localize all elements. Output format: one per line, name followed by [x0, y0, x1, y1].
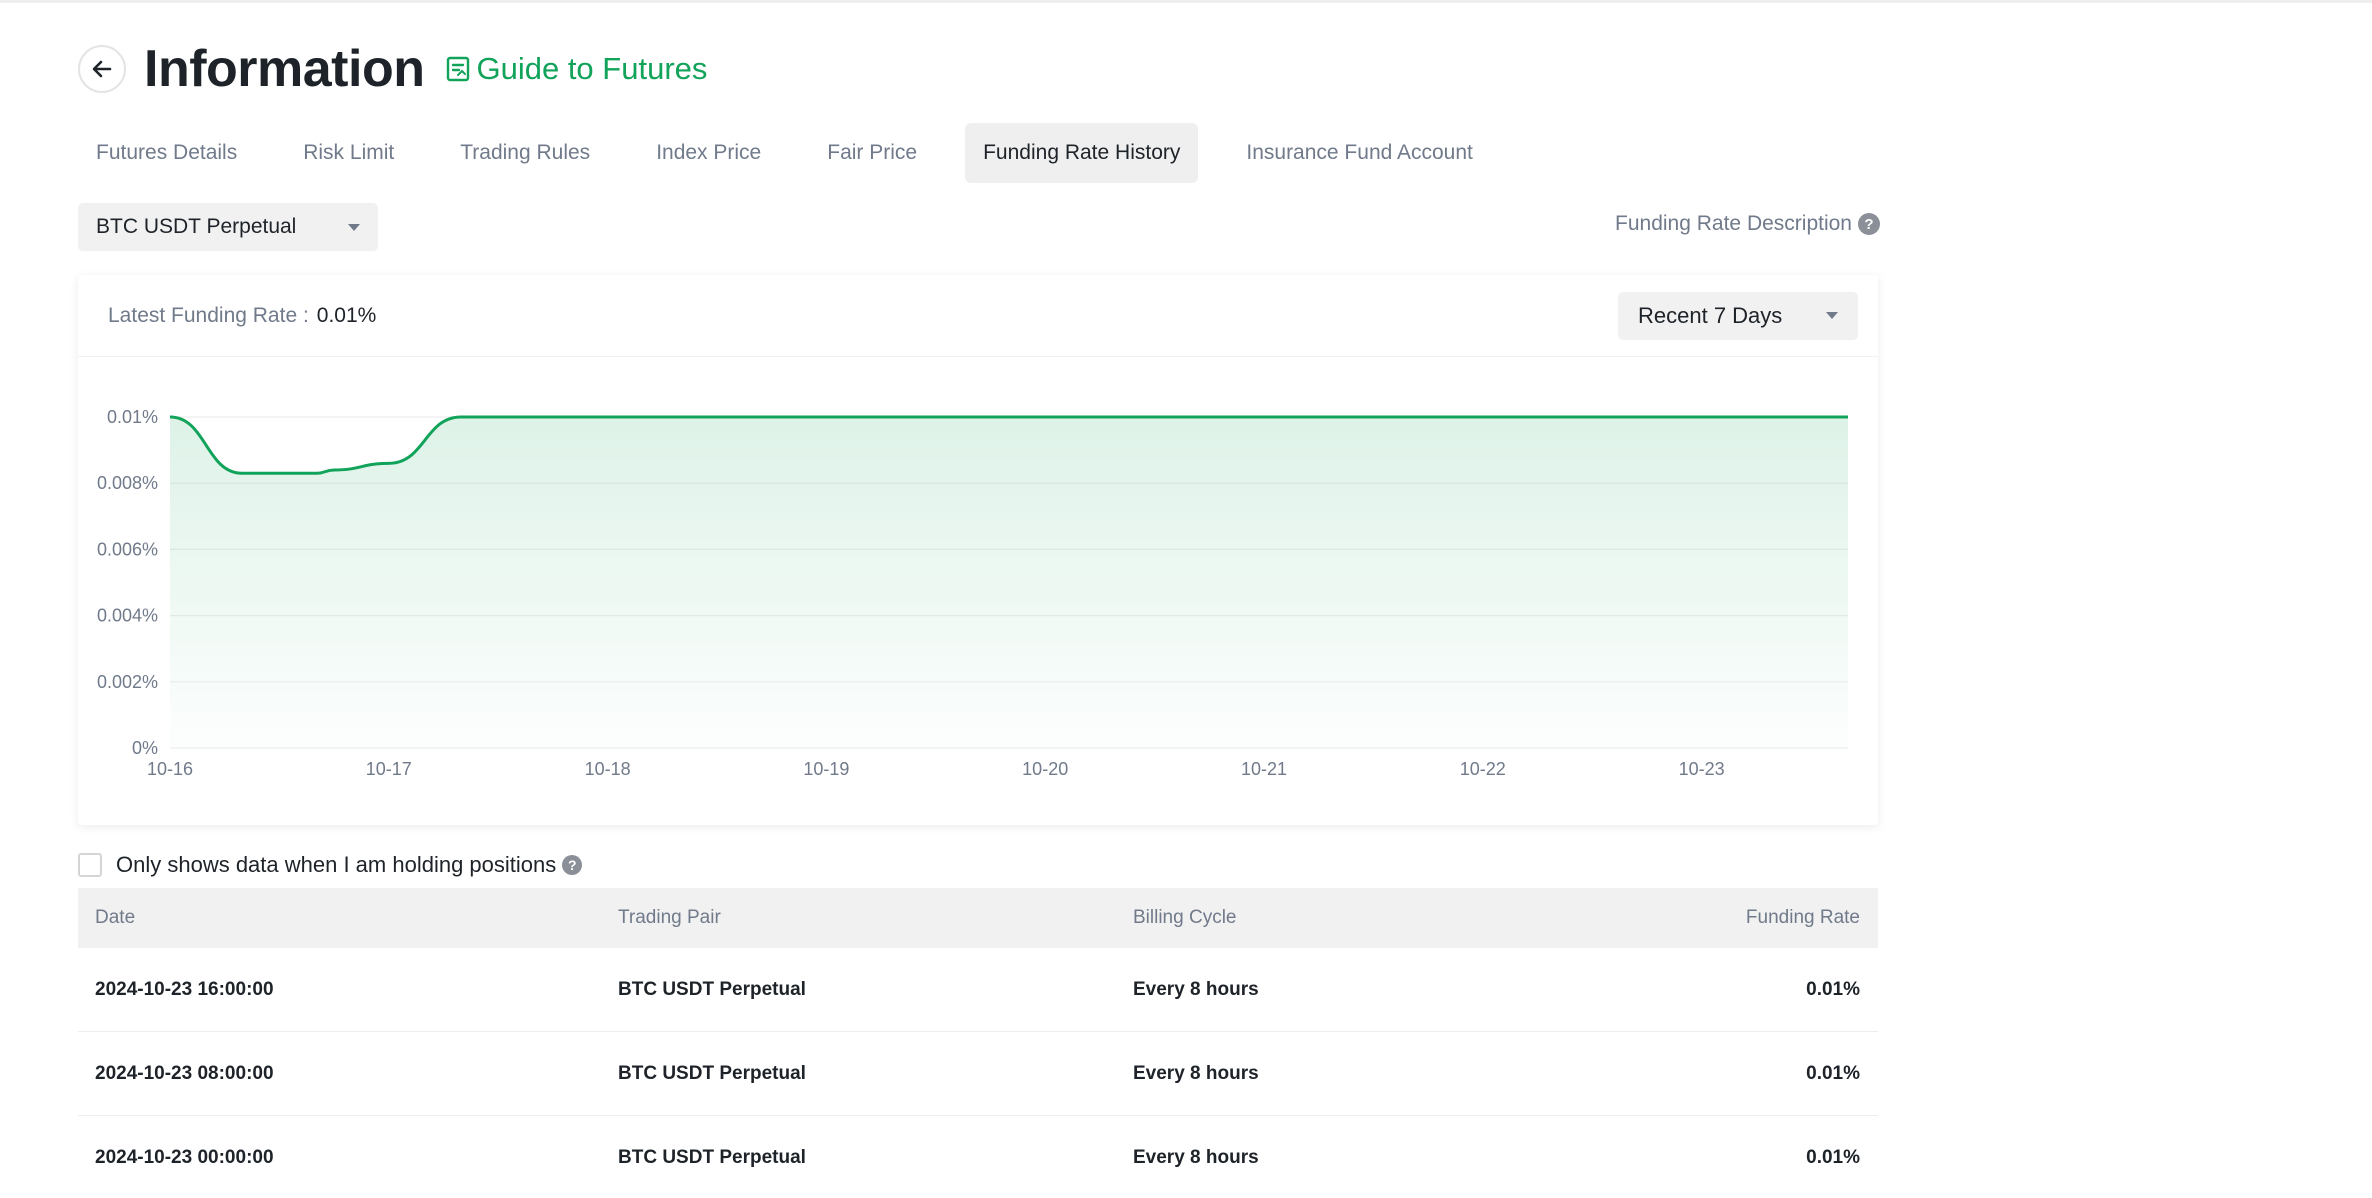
x-tick-label: 10-22 [1460, 759, 1506, 779]
cell-funding-rate: 0.01% [1806, 1062, 1860, 1084]
back-button[interactable] [78, 45, 126, 93]
tab-fair-price[interactable]: Fair Price [809, 123, 935, 183]
guide-to-futures-link[interactable]: Guide to Futures [446, 51, 707, 87]
arrow-left-icon [92, 60, 112, 78]
tab-futures-details[interactable]: Futures Details [78, 123, 255, 183]
holding-filter: Only shows data when I am holding positi… [78, 850, 583, 880]
x-tick-label: 10-19 [803, 759, 849, 779]
table-row: 2024-10-23 16:00:00 BTC USDT Perpetual E… [78, 948, 1878, 1032]
column-header-billing-cycle: Billing Cycle [1133, 907, 1237, 928]
funding-rate-description-label: Funding Rate Description [1615, 212, 1852, 235]
tab-insurance-fund-account[interactable]: Insurance Fund Account [1228, 123, 1490, 183]
cell-date: 2024-10-23 08:00:00 [95, 1062, 274, 1084]
top-divider [0, 0, 2372, 3]
x-tick-label: 10-18 [585, 759, 631, 779]
x-tick-label: 10-17 [366, 759, 412, 779]
x-tick-label: 10-23 [1679, 759, 1725, 779]
x-tick-label: 10-16 [147, 759, 193, 779]
funding-rate-chart-card: Latest Funding Rate : 0.01% Recent 7 Day… [78, 275, 1878, 825]
funding-rate-table: Date Trading Pair Billing Cycle Funding … [78, 888, 1878, 1198]
page-header: Information Guide to Futures [78, 38, 707, 100]
guide-book-icon [447, 56, 470, 82]
cell-trading-pair: BTC USDT Perpetual [618, 1146, 806, 1168]
cell-date: 2024-10-23 00:00:00 [95, 1146, 274, 1168]
tab-funding-rate-history[interactable]: Funding Rate History [965, 123, 1199, 183]
y-tick-label: 0.006% [97, 539, 158, 559]
x-tick-label: 10-21 [1241, 759, 1287, 779]
table-row: 2024-10-23 00:00:00 BTC USDT Perpetual E… [78, 1116, 1878, 1198]
page-title: Information [144, 40, 425, 98]
funding-rate-area [170, 417, 1848, 748]
cell-trading-pair: BTC USDT Perpetual [618, 978, 806, 1000]
caret-down-icon [348, 223, 360, 231]
table-header: Date Trading Pair Billing Cycle Funding … [78, 888, 1878, 948]
funding-rate-description-link[interactable]: Funding Rate Description ? [1615, 212, 1880, 236]
y-tick-label: 0.002% [97, 672, 158, 692]
column-header-trading-pair: Trading Pair [618, 907, 721, 928]
cell-billing-cycle: Every 8 hours [1133, 1062, 1259, 1084]
y-tick-label: 0.01% [107, 407, 158, 427]
guide-link-label: Guide to Futures [476, 51, 708, 86]
holding-positions-checkbox[interactable] [78, 853, 102, 877]
column-header-funding-rate: Funding Rate [1745, 907, 1860, 928]
funding-rate-chart: 0% 0.002% 0.004% 0.006% 0.008% 0.01% 10-16 10-1… [97, 407, 1848, 779]
holding-positions-label: Only shows data when I am holding positi… [116, 852, 557, 877]
cell-funding-rate: 0.01% [1806, 1146, 1860, 1168]
column-header-date: Date [95, 907, 136, 928]
tab-risk-limit[interactable]: Risk Limit [285, 123, 412, 183]
cell-trading-pair: BTC USDT Perpetual [618, 1062, 806, 1084]
y-tick-label: 0% [132, 738, 158, 758]
y-tick-label: 0.004% [97, 606, 158, 626]
tab-trading-rules[interactable]: Trading Rules [442, 123, 608, 183]
trading-pair-value: BTC USDT Perpetual [96, 215, 297, 238]
y-tick-label: 0.008% [97, 473, 158, 493]
tab-index-price[interactable]: Index Price [638, 123, 779, 183]
cell-billing-cycle: Every 8 hours [1133, 1146, 1259, 1168]
cell-date: 2024-10-23 16:00:00 [95, 978, 274, 1000]
trading-pair-select[interactable]: BTC USDT Perpetual [78, 203, 378, 251]
question-icon[interactable]: ? [562, 855, 583, 875]
cell-billing-cycle: Every 8 hours [1133, 978, 1259, 1000]
question-icon: ? [1858, 213, 1880, 235]
table-row: 2024-10-23 08:00:00 BTC USDT Perpetual E… [78, 1032, 1878, 1116]
x-tick-label: 10-20 [1022, 759, 1068, 779]
info-tabs: Futures Details Risk Limit Trading Rules… [78, 123, 1491, 183]
cell-funding-rate: 0.01% [1806, 978, 1860, 1000]
